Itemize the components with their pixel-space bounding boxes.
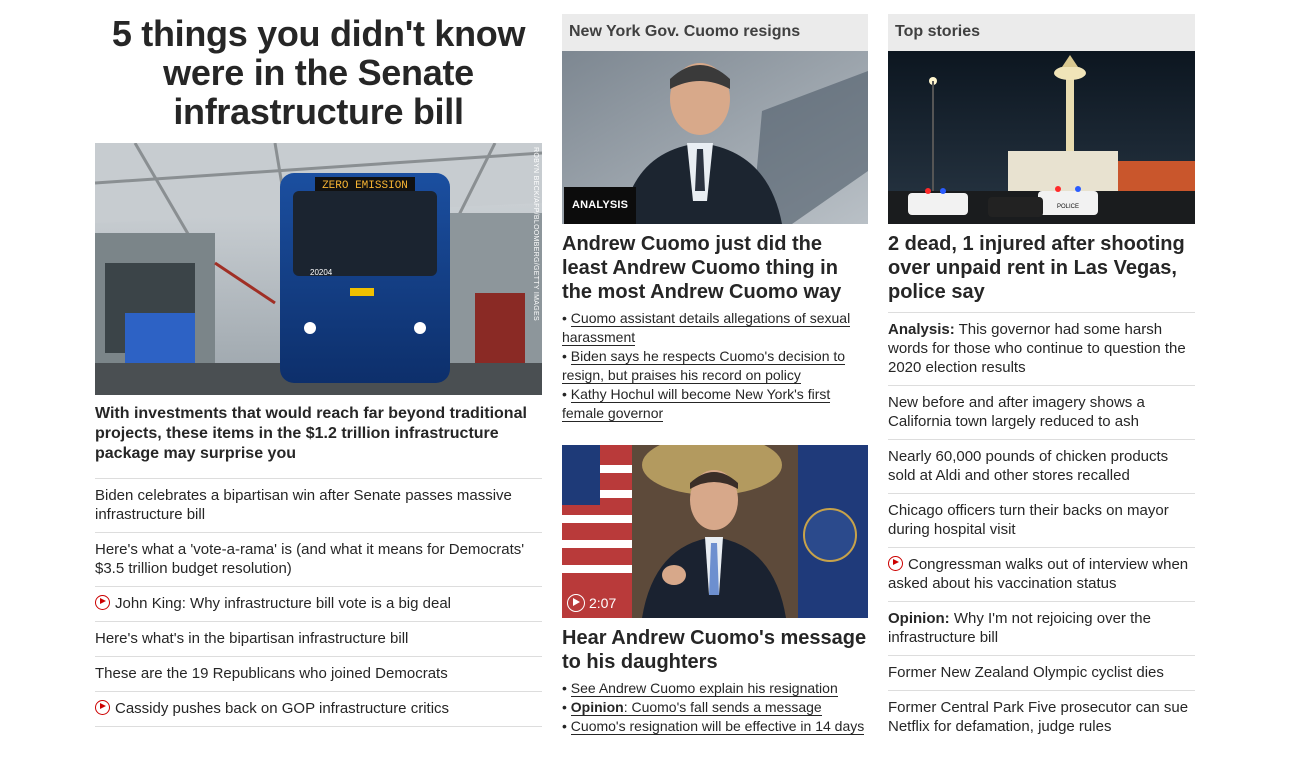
bullet-link[interactable]: See Andrew Cuomo explain his resignation <box>570 680 838 697</box>
section-label[interactable]: Top stories <box>888 14 1195 51</box>
play-icon <box>567 594 585 612</box>
list-item[interactable]: Former Central Park Five prosecutor can … <box>888 690 1195 744</box>
bullet-item: • Cuomo assistant details allegations of… <box>562 310 851 346</box>
list-item[interactable]: New before and after imagery shows a Cal… <box>888 385 1195 439</box>
list-item[interactable]: Congressman walks out of interview when … <box>888 547 1195 601</box>
cuomo-analysis-image[interactable]: ANALYSIS <box>562 51 868 224</box>
list-item-text[interactable]: Congressman walks out of interview when … <box>888 556 1188 592</box>
list-item-text[interactable]: New before and after imagery shows a Cal… <box>888 394 1145 430</box>
list-item-text[interactable]: Chicago officers turn their backs on may… <box>888 502 1169 538</box>
bullet-item: • Biden says he respects Cuomo's decisio… <box>562 348 846 384</box>
cuomo-section: New York Gov. Cuomo resigns ANALYSIS And… <box>562 14 868 736</box>
bullet-link[interactable]: Kathy Hochul will become New York's firs… <box>562 386 831 422</box>
bullet-item: • Cuomo's resignation will be effective … <box>562 718 865 735</box>
analysis-badge: ANALYSIS <box>564 187 637 224</box>
list-item[interactable]: Opinion: Why I'm not rejoicing over the … <box>888 601 1195 655</box>
lead-image[interactable]: ZERO EMISSION 20204 ROBYN BECK/AFP/BLOOM… <box>95 143 542 395</box>
section-label[interactable]: New York Gov. Cuomo resigns <box>562 14 868 51</box>
list-item[interactable]: Here's what's in the bipartisan infrastr… <box>95 622 542 657</box>
list-item[interactable]: Chicago officers turn their backs on may… <box>888 493 1195 547</box>
opinion-label: Opinion <box>570 699 624 715</box>
list-item-text[interactable]: Here's what's in the bipartisan infrastr… <box>95 630 408 647</box>
photo-credit: ROBYN BECK/AFP/BLOOMBERG/GETTY IMAGES <box>532 147 539 321</box>
list-item[interactable]: Biden celebrates a bipartisan win after … <box>95 479 542 533</box>
lead-story: 5 things you didn't know were in the Sen… <box>95 14 542 727</box>
lead-related-list: Biden celebrates a bipartisan win after … <box>95 478 542 727</box>
cuomo-video-thumbnail[interactable]: 2:07 <box>562 445 868 618</box>
svg-text:POLICE: POLICE <box>1057 204 1079 210</box>
play-icon <box>888 556 903 571</box>
list-item-text[interactable]: Nearly 60,000 pounds of chicken products… <box>888 448 1168 484</box>
list-item[interactable]: Cassidy pushes back on GOP infrastructur… <box>95 692 542 727</box>
opinion-label: Opinion: <box>888 610 950 627</box>
bullet-item: • See Andrew Cuomo explain his resignati… <box>562 680 838 697</box>
svg-text:ZERO EMISSION: ZERO EMISSION <box>322 180 408 192</box>
bus-garage-photo: ZERO EMISSION 20204 <box>95 143 542 395</box>
bullet-link-text: : Cuomo's fall sends a message <box>623 699 822 715</box>
list-item-text[interactable]: Biden celebrates a bipartisan win after … <box>95 487 512 523</box>
bullet-link[interactable]: Opinion: Cuomo's fall sends a message <box>570 699 822 716</box>
list-item[interactable]: Former New Zealand Olympic cyclist dies <box>888 655 1195 690</box>
list-item-text[interactable]: Former Central Park Five prosecutor can … <box>888 699 1188 735</box>
analysis-label: Analysis: <box>888 321 955 338</box>
cuomo-video-headline[interactable]: Hear Andrew Cuomo's message to his daugh… <box>562 626 868 674</box>
play-icon <box>95 595 110 610</box>
svg-text:20204: 20204 <box>310 268 333 277</box>
las-vegas-night-photo: POLICE <box>888 51 1195 224</box>
play-icon <box>95 700 110 715</box>
bullet-link[interactable]: Biden says he respects Cuomo's decision … <box>562 348 846 384</box>
cuomo-bullets: • Cuomo assistant details allegations of… <box>562 309 868 423</box>
bullet-item: • Opinion: Cuomo's fall sends a message <box>562 699 822 716</box>
cuomo-video-bullets: • See Andrew Cuomo explain his resignati… <box>562 679 868 736</box>
bullet-link[interactable]: Cuomo assistant details allegations of s… <box>562 310 851 346</box>
list-item-text[interactable]: Former New Zealand Olympic cyclist dies <box>888 664 1164 681</box>
list-item[interactable]: Analysis: This governor had some harsh w… <box>888 312 1195 385</box>
cuomo-analysis-headline[interactable]: Andrew Cuomo just did the least Andrew C… <box>562 232 868 304</box>
bullet-link[interactable]: Cuomo's resignation will be effective in… <box>570 718 865 735</box>
list-item[interactable]: John King: Why infrastructure bill vote … <box>95 587 542 622</box>
lead-headline[interactable]: 5 things you didn't know were in the Sen… <box>95 14 542 131</box>
list-item-text[interactable]: John King: Why infrastructure bill vote … <box>115 595 451 612</box>
list-item[interactable]: Here's what a 'vote-a-rama' is (and what… <box>95 533 542 587</box>
list-item-text[interactable]: Cassidy pushes back on GOP infrastructur… <box>115 700 449 717</box>
cuomo-podium-photo <box>562 445 868 618</box>
lead-subhead[interactable]: With investments that would reach far be… <box>95 404 542 464</box>
top-story-headline[interactable]: 2 dead, 1 injured after shooting over un… <box>888 232 1195 304</box>
video-duration: 2:07 <box>567 594 616 612</box>
list-item-text[interactable]: Here's what a 'vote-a-rama' is (and what… <box>95 541 524 577</box>
list-item-text[interactable]: These are the 19 Republicans who joined … <box>95 665 448 682</box>
list-item[interactable]: These are the 19 Republicans who joined … <box>95 657 542 692</box>
top-story-image[interactable]: POLICE <box>888 51 1195 224</box>
video-duration-text: 2:07 <box>589 595 617 611</box>
list-item[interactable]: Nearly 60,000 pounds of chicken products… <box>888 439 1195 493</box>
top-stories-section: Top stories POLICE 2 dead, 1 injured aft <box>888 14 1195 744</box>
bullet-item: • Kathy Hochul will become New York's fi… <box>562 386 831 422</box>
top-stories-list: Analysis: This governor had some harsh w… <box>888 312 1195 744</box>
